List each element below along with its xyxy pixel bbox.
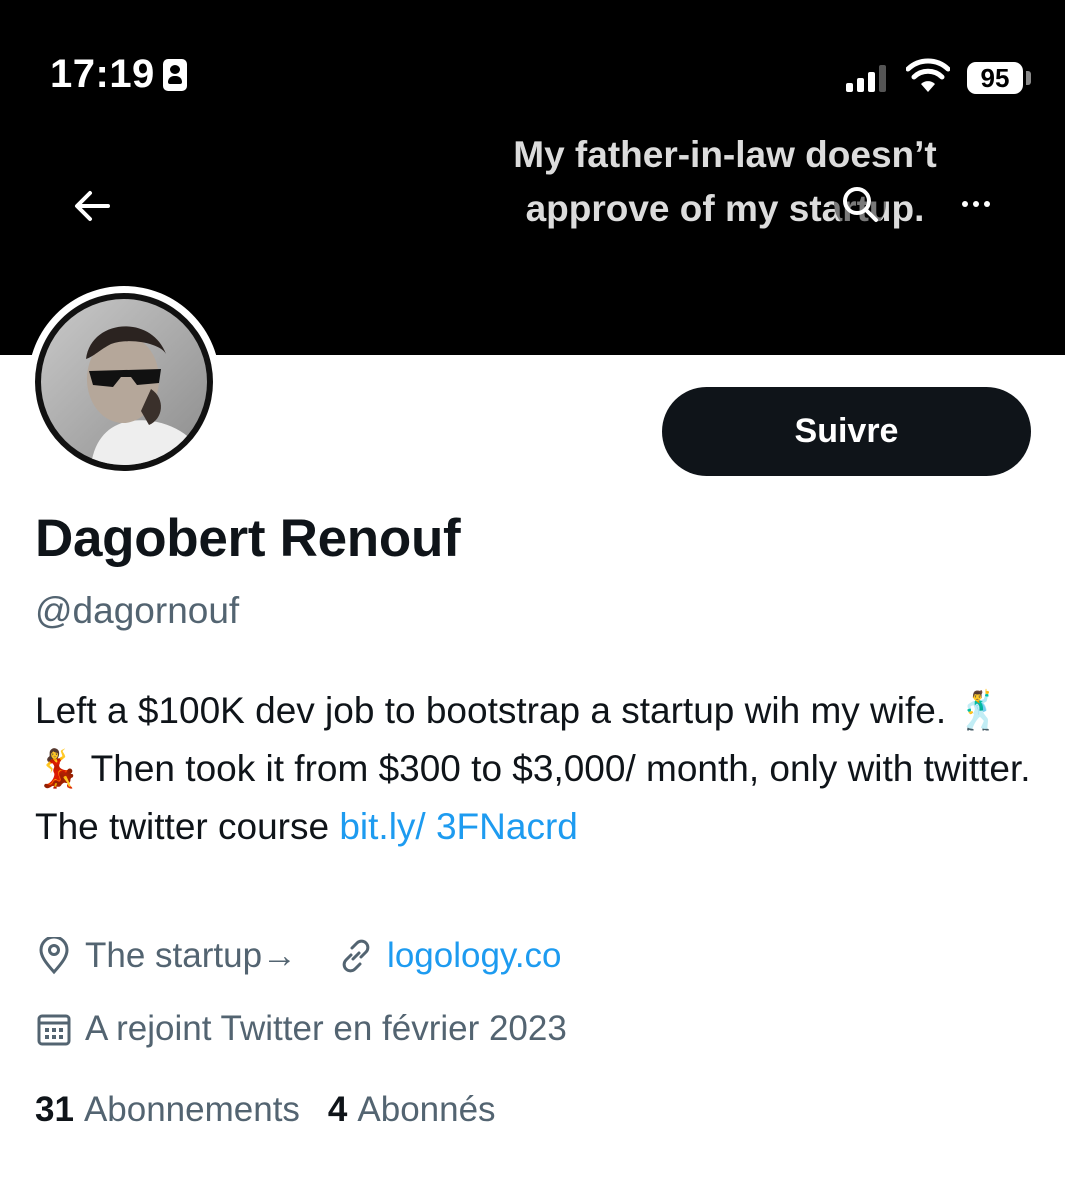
- followers-stat[interactable]: 4 Abonnés: [328, 1090, 496, 1130]
- calendar-icon: [35, 1010, 73, 1048]
- profile-bio: Left a $100K dev job to bootstrap a star…: [35, 682, 1035, 856]
- status-bar-time: 17:19: [50, 52, 187, 97]
- followers-count: 4: [327, 1090, 348, 1129]
- location-text: The startup→: [85, 936, 298, 975]
- display-name: Dagobert Renouf: [35, 509, 461, 568]
- bio-link[interactable]: bit.ly/ 3FNacrd: [339, 806, 578, 847]
- more-button[interactable]: [950, 178, 1002, 230]
- joined-row: A rejoint Twitter en février 2023: [35, 1009, 567, 1049]
- website-link[interactable]: logology.co: [387, 936, 561, 976]
- following-count: 31: [35, 1090, 74, 1129]
- id-card-icon: [162, 58, 187, 91]
- location-pin-icon: [35, 937, 73, 975]
- search-icon: [843, 187, 878, 222]
- follow-stats: 31 Abonnements 4 Abonnés: [35, 1090, 496, 1130]
- more-icon-dot: [962, 201, 968, 207]
- followers-label: Abonnés: [357, 1090, 496, 1129]
- clock: 17:19: [50, 52, 155, 96]
- back-arrow-icon[interactable]: [66, 180, 118, 232]
- battery-icon: 95: [967, 62, 1023, 94]
- username-handle: @dagornouf: [35, 590, 240, 631]
- following-stat[interactable]: 31 Abonnements: [35, 1090, 300, 1130]
- more-icon-dot: [973, 201, 979, 207]
- battery-tip: [1026, 71, 1031, 85]
- banner-caption-line2: approve of my startup.: [525, 188, 925, 229]
- banner-caption-line1: My father-in-law doesn’t: [513, 134, 937, 175]
- follow-button[interactable]: Suivre: [662, 387, 1031, 476]
- banner-caption: My father-in-law doesn’t approve of my s…: [430, 128, 1020, 236]
- search-button[interactable]: [834, 178, 886, 230]
- more-icon-dot: [984, 201, 990, 207]
- following-label: Abonnements: [83, 1090, 300, 1129]
- link-icon: [337, 937, 375, 975]
- wifi-icon: [906, 58, 950, 92]
- avatar[interactable]: [28, 286, 220, 478]
- battery-level: 95: [980, 62, 1010, 93]
- avatar-photo: [41, 299, 207, 465]
- signal-icon: [846, 64, 886, 92]
- joined-date: A rejoint Twitter en février 2023: [85, 1009, 567, 1048]
- profile-meta-row: The startup→ logology.co: [35, 936, 562, 976]
